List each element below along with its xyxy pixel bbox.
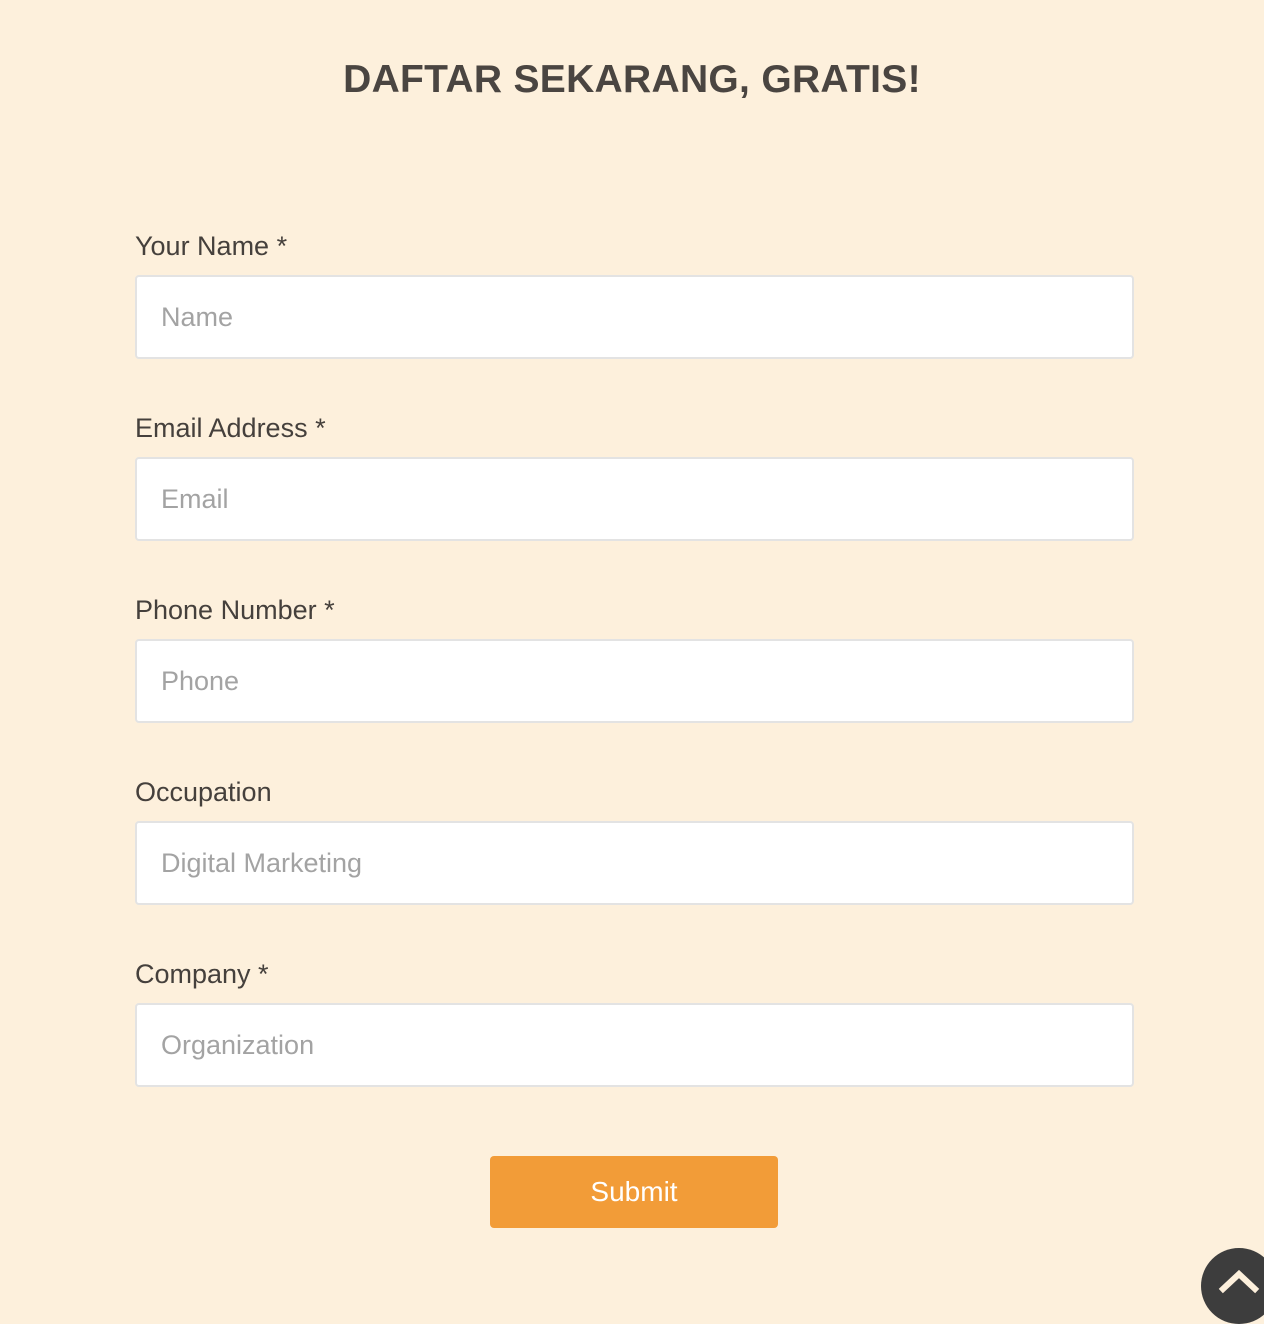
occupation-label: Occupation [135,777,272,807]
phone-input[interactable] [135,639,1134,723]
chevron-up-icon [1218,1269,1260,1294]
name-input[interactable] [135,275,1134,359]
occupation-input[interactable] [135,821,1134,905]
email-label: Email Address * [135,413,326,443]
phone-label: Phone Number * [135,595,335,625]
submit-button[interactable]: Submit [490,1156,778,1228]
email-input[interactable] [135,457,1134,541]
occupation-field-group: Occupation [135,774,1134,956]
phone-field-group: Phone Number * [135,592,1134,774]
scroll-to-top-button[interactable] [1201,1248,1264,1324]
company-input[interactable] [135,1003,1134,1087]
name-label: Your Name * [135,231,288,261]
name-field-group: Your Name * [135,228,1134,410]
signup-form: Your Name * Email Address * Phone Number… [135,228,1134,1138]
email-field-group: Email Address * [135,410,1134,592]
page-title: DAFTAR SEKARANG, GRATIS! [343,58,921,101]
company-label: Company * [135,959,269,989]
company-field-group: Company * [135,956,1134,1138]
